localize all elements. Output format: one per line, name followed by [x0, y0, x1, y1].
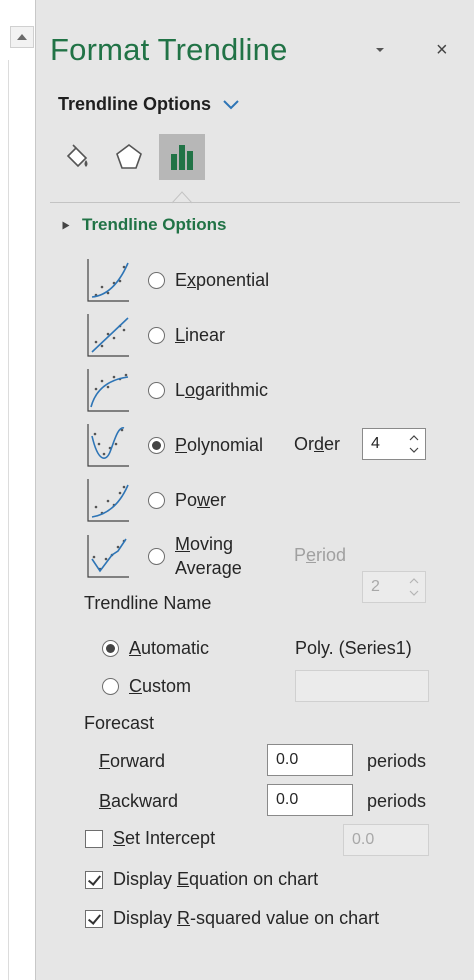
spinner-arrows-icon[interactable] — [409, 576, 419, 598]
trendline-type-exponential[interactable]: Exponential — [86, 256, 269, 304]
format-trendline-pane: Format Trendline × Trendline Options Tre… — [36, 0, 474, 980]
custom-name-input[interactable] — [295, 670, 429, 702]
trendline-name-label: Trendline Name — [84, 593, 212, 613]
power-label: Power — [175, 490, 227, 510]
automatic-radio[interactable] — [102, 640, 119, 657]
backward-label: Backward — [99, 791, 179, 811]
linear-trend-icon — [87, 314, 129, 357]
power-radio[interactable] — [148, 491, 165, 509]
trendline-options-section[interactable]: Trendline Options — [62, 215, 227, 235]
trendline-type-power[interactable]: Power — [86, 476, 226, 524]
custom-radio[interactable] — [102, 678, 119, 695]
display-equation-checkbox[interactable] — [85, 870, 103, 889]
section-title: Trendline Options — [82, 215, 227, 234]
order-value: 4 — [371, 435, 380, 452]
exponential-label: Exponential — [175, 270, 270, 290]
polynomial-trend-icon — [87, 424, 129, 467]
pane-options-chevron-icon[interactable] — [374, 44, 386, 56]
exponential-radio[interactable] — [148, 271, 165, 289]
set-intercept-option[interactable]: Set Intercept — [85, 828, 215, 849]
trendline-type-polynomial[interactable]: Polynomial — [86, 421, 263, 469]
custom-label: Custom — [129, 676, 192, 696]
exponential-trend-icon — [87, 259, 129, 302]
backward-unit: periods — [367, 791, 427, 811]
trendline-type-logarithmic[interactable]: Logarithmic — [86, 366, 268, 414]
linear-label: Linear — [175, 325, 226, 345]
options-dropdown-label: Trendline Options — [58, 94, 212, 114]
name-custom-option[interactable]: Custom — [102, 676, 191, 697]
options-dropdown[interactable]: Trendline Options — [58, 94, 239, 115]
automatic-name-value: Poly. (Series1) — [295, 638, 412, 658]
period-spinner[interactable]: 2 — [362, 571, 426, 603]
worksheet-edge — [0, 0, 36, 980]
polynomial-radio[interactable] — [148, 436, 165, 454]
fill-line-icon — [66, 144, 88, 168]
trendline-type-moving-average[interactable]: Moving Average — [86, 531, 242, 581]
collapse-triangle-icon — [62, 221, 70, 229]
bar-chart-icon — [171, 145, 193, 170]
forecast-label: Forecast — [84, 713, 155, 733]
tab-effects[interactable] — [106, 134, 152, 180]
chevron-down-icon — [223, 99, 239, 109]
grid-divider — [8, 60, 9, 980]
moving-average-trend-icon — [87, 535, 129, 578]
linear-radio[interactable] — [148, 326, 165, 344]
order-label: Order — [294, 434, 341, 454]
tab-trendline-options[interactable] — [159, 134, 205, 180]
power-trend-icon — [87, 479, 129, 522]
close-icon[interactable]: × — [436, 40, 448, 60]
logarithmic-label: Logarithmic — [175, 380, 269, 400]
moving-average-radio[interactable] — [148, 547, 165, 565]
period-label: Period — [294, 545, 347, 565]
pane-title: Format Trendline — [50, 32, 288, 67]
logarithmic-radio[interactable] — [148, 381, 165, 399]
display-rsquared-option[interactable]: Display R-squared value on chart — [85, 908, 379, 929]
divider — [50, 202, 460, 203]
polynomial-label: Polynomial — [175, 435, 264, 455]
intercept-input[interactable]: 0.0 — [343, 824, 429, 856]
tab-fill-line[interactable] — [54, 134, 100, 180]
forward-input[interactable]: 0.0 — [267, 744, 353, 776]
scroll-up-button[interactable] — [10, 26, 34, 48]
forward-unit: periods — [367, 751, 427, 771]
backward-input[interactable]: 0.0 — [267, 784, 353, 816]
forward-label: Forward — [99, 751, 166, 771]
automatic-label: Automatic — [129, 638, 210, 658]
spinner-arrows-icon[interactable] — [409, 433, 419, 455]
name-automatic-option[interactable]: Automatic — [102, 638, 209, 659]
set-intercept-checkbox[interactable] — [85, 829, 103, 848]
effects-icon — [116, 144, 142, 169]
moving-average-label: Moving Average — [175, 534, 242, 578]
trendline-type-linear[interactable]: Linear — [86, 311, 225, 359]
display-rsquared-label: Display R-squared value on chart — [113, 908, 380, 928]
display-equation-option[interactable]: Display Equation on chart — [85, 869, 318, 890]
period-value: 2 — [371, 578, 380, 595]
set-intercept-label: Set Intercept — [113, 828, 216, 848]
display-rsquared-checkbox[interactable] — [85, 909, 103, 928]
order-spinner[interactable]: 4 — [362, 428, 426, 460]
logarithmic-trend-icon — [87, 369, 129, 412]
display-equation-label: Display Equation on chart — [113, 869, 319, 889]
